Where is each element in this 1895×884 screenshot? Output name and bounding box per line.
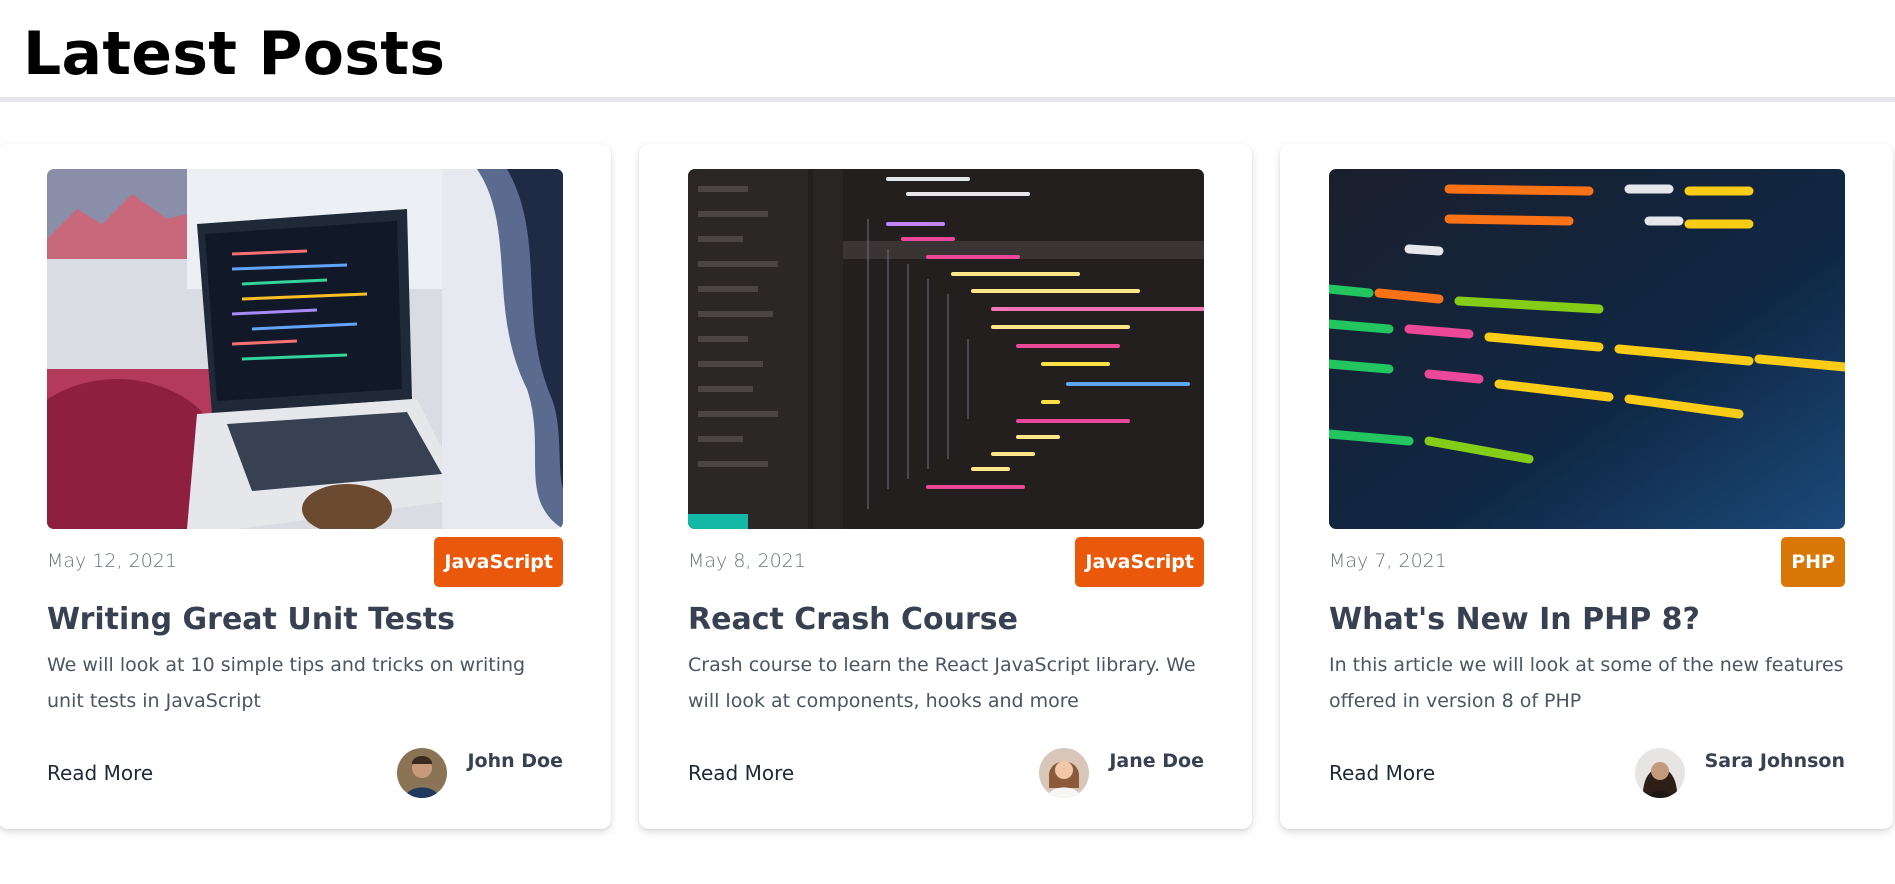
post-date: May 8, 2021 [688,550,806,572]
author-name: Jane Doe [1109,750,1204,772]
post-card: May 8, 2021 JavaScript React Crash Cours… [639,144,1252,829]
posts-grid: May 12, 2021 JavaScript Writing Great Un… [0,144,1895,829]
author[interactable]: Jane Doe [1039,748,1204,798]
post-thumbnail-code-editor[interactable] [688,169,1204,529]
read-more-link[interactable]: Read More [47,761,153,785]
post-title[interactable]: Writing Great Unit Tests [47,599,455,641]
post-date: May 7, 2021 [1329,550,1447,572]
post-title[interactable]: React Crash Course [688,599,1018,641]
category-badge[interactable]: PHP [1781,537,1845,587]
page-title: Latest Posts [23,19,446,89]
avatar [397,748,448,798]
author-name: John Doe [467,750,563,772]
author-name: Sara Johnson [1704,750,1845,772]
read-more-link[interactable]: Read More [1329,761,1435,785]
post-thumbnail-php-code[interactable] [1329,169,1845,529]
post-excerpt: Crash course to learn the React JavaScri… [688,654,1196,712]
author[interactable]: John Doe [397,748,563,798]
post-date: May 12, 2021 [47,550,177,572]
post-thumbnail-laptop[interactable] [47,169,563,529]
category-badge[interactable]: JavaScript [434,537,563,587]
post-title[interactable]: What's New In PHP 8? [1329,599,1700,641]
post-excerpt: In this article we will look at some of … [1329,654,1844,712]
avatar [1039,748,1090,798]
read-more-link[interactable]: Read More [688,761,794,785]
author[interactable]: Sara Johnson [1634,748,1845,798]
category-badge[interactable]: JavaScript [1075,537,1204,587]
page-header: Latest Posts [0,0,1895,102]
post-excerpt: We will look at 10 simple tips and trick… [47,654,526,712]
post-card: May 12, 2021 JavaScript Writing Great Un… [0,144,611,829]
post-card: May 7, 2021 PHP What's New In PHP 8? In … [1280,144,1893,829]
avatar [1634,748,1685,798]
